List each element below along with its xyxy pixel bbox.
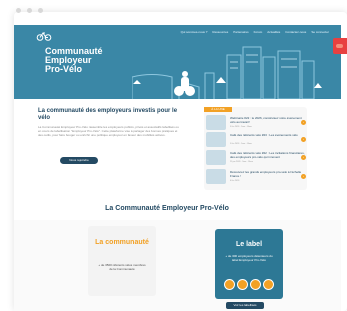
- news-item[interactable]: Café des référents vélo #22 : Les incita…: [206, 150, 306, 165]
- intro-section: La communauté des employeurs investis po…: [38, 108, 180, 137]
- nav-partners[interactable]: Partenaires: [233, 30, 248, 34]
- news-thumbnail: [206, 169, 226, 184]
- view-labelled-button[interactable]: Voir les labellisés: [226, 302, 264, 309]
- nav-about[interactable]: Qui sommes-nous ?: [181, 30, 208, 34]
- news-label: À LA UNE: [204, 107, 232, 112]
- news-item[interactable]: Webinaire #22 : le 2026, construisez vot…: [206, 115, 306, 130]
- community-card-title: La communauté: [95, 239, 149, 246]
- chevron-right-icon[interactable]: ›: [301, 137, 306, 142]
- join-button-label: Nous rejoindre: [69, 158, 89, 162]
- news-title: Café des référents vélo #22 : Les incita…: [230, 151, 305, 159]
- window-controls: [16, 8, 43, 13]
- label-badges: [224, 279, 274, 290]
- intro-text: La Communauté Employeur Pro-Vélo rassemb…: [38, 125, 179, 137]
- label-badge-icon: [224, 279, 235, 290]
- bike-logo-icon[interactable]: [36, 28, 52, 41]
- community-section-title: La Communauté Employeur Pro-Vélo: [105, 204, 229, 212]
- main-navigation: Qui sommes-nous ? Ressources Partenaires…: [181, 30, 329, 34]
- news-date: 6 fév 2026: [230, 180, 240, 182]
- window-dot: [27, 8, 32, 13]
- window-dot: [38, 8, 43, 13]
- news-title: Café des référents vélo #23 : Les événem…: [230, 133, 298, 137]
- label-badge-icon: [237, 279, 248, 290]
- nav-forum[interactable]: Forum: [254, 30, 263, 34]
- nav-login[interactable]: Se connecter: [311, 30, 329, 34]
- news-title: Découvrez les grands employeurs pro-vélo…: [230, 170, 302, 178]
- news-thumbnail: [206, 132, 226, 147]
- hero-banner: Qui sommes-nous ? Ressources Partenaires…: [14, 25, 341, 99]
- label-badge-icon: [263, 279, 274, 290]
- label-card-text: + de 300 employeurs détenteurs du label …: [225, 254, 273, 262]
- news-item[interactable]: Découvrez les grands employeurs pro-vélo…: [206, 169, 306, 184]
- news-thumbnail: [206, 115, 226, 130]
- community-band: [14, 220, 341, 311]
- chevron-right-icon[interactable]: ›: [301, 155, 306, 160]
- chevron-right-icon[interactable]: ›: [301, 120, 306, 125]
- label-card: Le label + de 300 employeurs détenteurs …: [215, 229, 283, 299]
- nav-contact[interactable]: Contactez-nous: [285, 30, 306, 34]
- join-button[interactable]: Nous rejoindre: [60, 157, 98, 164]
- label-card-title: Le label: [235, 241, 263, 248]
- window-dot: [16, 8, 21, 13]
- city-skyline-illustration: [132, 46, 322, 99]
- intro-title: La communauté des employeurs investis po…: [38, 108, 178, 121]
- news-panel: À LA UNE Webinaire #22 : le 2026, constr…: [204, 107, 307, 190]
- news-item[interactable]: Café des référents vélo #23 : Les événem…: [206, 132, 306, 147]
- news-thumbnail: [206, 150, 226, 165]
- community-card-text: + de 3500 référents vélos membres de la …: [98, 263, 146, 271]
- news-date: 9 fév 2026 · 9am - 10am: [230, 126, 252, 128]
- side-feedback-tab[interactable]: [333, 38, 347, 54]
- nav-resources[interactable]: Ressources: [212, 30, 228, 34]
- news-date: 5 fév 2026 · 9am - 10am: [230, 143, 252, 145]
- news-title: Webinaire #22 : le 2026, construisez vot…: [230, 116, 302, 124]
- nav-news[interactable]: Actualités: [267, 30, 280, 34]
- news-date: 29 jan 2026 · 9am - 10am: [230, 161, 253, 163]
- chevron-right-icon[interactable]: ›: [301, 174, 306, 179]
- hero-title: Communauté Employeur Pro-Vélo: [45, 46, 103, 74]
- community-card: La communauté + de 3500 référents vélos …: [88, 226, 156, 296]
- label-badge-icon: [250, 279, 261, 290]
